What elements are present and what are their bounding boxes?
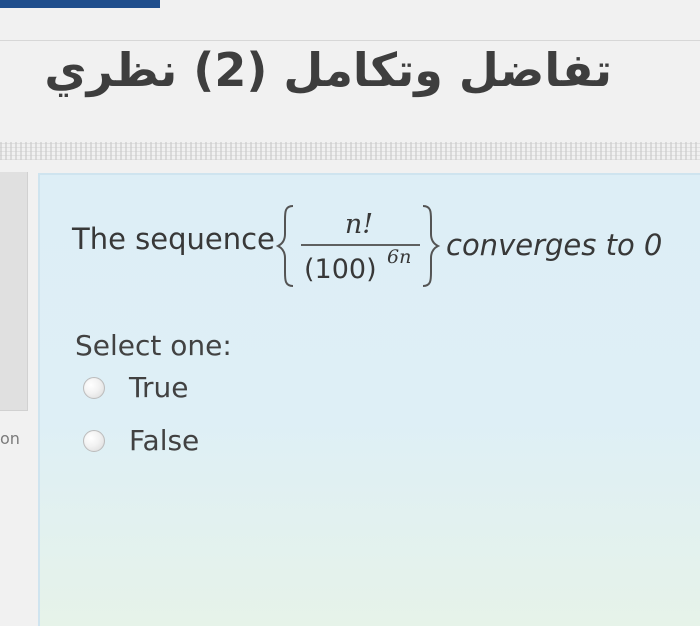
option-true-row[interactable]: True bbox=[83, 371, 188, 404]
left-panel bbox=[0, 172, 28, 411]
section-separator bbox=[0, 142, 700, 160]
question-prefix: The sequence bbox=[72, 222, 275, 256]
top-navigation-strip bbox=[0, 0, 160, 8]
select-one-label: Select one: bbox=[75, 329, 232, 362]
option-false-row[interactable]: False bbox=[83, 424, 199, 457]
left-panel-text: on bbox=[0, 429, 20, 448]
page-title: تفاضل وتكامل (2) نظري bbox=[44, 43, 612, 97]
right-brace bbox=[422, 205, 441, 287]
false-option-label: False bbox=[129, 424, 200, 457]
false-radio-button[interactable] bbox=[83, 429, 105, 452]
true-radio-button[interactable] bbox=[83, 376, 105, 399]
header-divider bbox=[0, 40, 700, 41]
true-option-label: True bbox=[129, 371, 189, 404]
sequence-denominator-base: (100) bbox=[304, 254, 377, 285]
sequence-denominator-exponent: 6n bbox=[387, 246, 411, 268]
sequence-numerator: n! bbox=[345, 209, 373, 240]
left-brace bbox=[275, 205, 294, 287]
question-suffix: converges to 0 bbox=[446, 228, 663, 262]
sequence-expression: n! (100) 6n bbox=[275, 205, 441, 287]
